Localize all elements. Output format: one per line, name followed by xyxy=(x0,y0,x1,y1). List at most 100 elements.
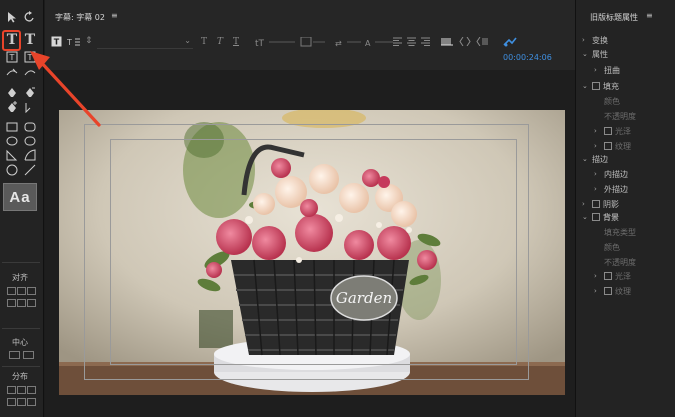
divider xyxy=(2,262,40,263)
property-row[interactable]: 填充类型 xyxy=(594,226,636,238)
style-swatch[interactable]: Aa xyxy=(3,183,37,211)
tab-stops-icon[interactable]: T xyxy=(66,37,81,50)
svg-text:T: T xyxy=(54,38,60,47)
panel-title: 旧版标题属性 xyxy=(590,13,638,22)
align-right-text-icon[interactable] xyxy=(421,37,430,49)
ellipse-tool-icon[interactable] xyxy=(5,163,19,177)
title-safe-margin xyxy=(110,139,517,365)
property-row[interactable]: ⌄ 属性 xyxy=(582,48,608,60)
font-size-icon[interactable]: tT xyxy=(255,36,325,50)
property-checkbox[interactable] xyxy=(592,200,600,208)
chevron-down-icon[interactable]: ⌄ xyxy=(582,155,592,163)
divider xyxy=(2,366,40,367)
bold-icon[interactable]: T xyxy=(201,37,207,47)
arc-tool-icon[interactable] xyxy=(23,148,37,162)
convert-anchor-tool-icon[interactable] xyxy=(23,100,37,114)
property-checkbox[interactable] xyxy=(592,213,600,221)
align-bottom-button[interactable] xyxy=(27,299,36,307)
property-checkbox[interactable] xyxy=(604,287,612,295)
chevron-down-icon[interactable]: ⌄ xyxy=(582,50,592,58)
center-horizontal-button[interactable] xyxy=(9,351,20,359)
background-timecode[interactable]: 00:00:24:06 xyxy=(503,53,552,62)
chevron-right-icon[interactable]: › xyxy=(594,170,604,178)
property-row[interactable]: ⌄ 描边 xyxy=(582,153,608,165)
chevron-right-icon[interactable]: › xyxy=(594,142,604,150)
pen-tool-icon[interactable] xyxy=(5,86,19,100)
roll-crawl-options-icon[interactable]: T xyxy=(51,36,62,50)
delete-anchor-tool-icon[interactable] xyxy=(23,86,37,100)
rectangle-tool-icon[interactable] xyxy=(5,120,19,134)
underline-icon[interactable]: T xyxy=(233,37,239,47)
add-anchor-tool-icon[interactable] xyxy=(5,100,19,114)
path-type-tool-icon[interactable] xyxy=(5,65,19,79)
property-row[interactable]: ⌄ 背景 xyxy=(582,211,619,223)
property-row[interactable]: › 外描边 xyxy=(594,183,628,195)
panel-menu-icon[interactable]: ≡ xyxy=(111,11,118,20)
property-row[interactable]: › 阴影 xyxy=(582,198,619,210)
align-hcenter-button[interactable] xyxy=(17,287,26,295)
align-right-button[interactable] xyxy=(27,287,36,295)
svg-text:A: A xyxy=(365,39,371,47)
vertical-type-tool-icon[interactable]: T xyxy=(23,32,37,48)
italic-icon[interactable]: T xyxy=(217,37,223,47)
tab-center-icon[interactable] xyxy=(459,36,471,49)
tab-left-icon[interactable] xyxy=(441,37,453,49)
distribute-hcenter-button[interactable] xyxy=(17,386,26,394)
property-checkbox[interactable] xyxy=(604,272,612,280)
area-type-tool-icon[interactable]: T xyxy=(5,50,19,64)
wedge-tool-icon[interactable] xyxy=(5,148,19,162)
property-row[interactable]: 颜色 xyxy=(594,95,620,107)
property-row[interactable]: › 纹理 xyxy=(594,285,631,297)
title-tab[interactable]: 字幕: 字幕 02 xyxy=(55,12,105,23)
vertical-area-type-tool-icon[interactable]: T xyxy=(23,50,37,64)
align-center-text-icon[interactable] xyxy=(407,37,416,49)
distribute-vcenter-button[interactable] xyxy=(17,398,26,406)
property-row[interactable]: ⌄ 填充 xyxy=(582,80,619,92)
property-row[interactable]: 不透明度 xyxy=(594,256,636,268)
property-row[interactable]: › 纹理 xyxy=(594,140,631,152)
rounded-corner-tool-icon[interactable] xyxy=(23,134,37,148)
distribute-top-button[interactable] xyxy=(7,398,16,406)
clipped-rectangle-tool-icon[interactable] xyxy=(5,134,19,148)
chevron-down-icon[interactable]: ⌄ xyxy=(582,82,592,90)
kerning-icon[interactable]: ⇄ A xyxy=(335,37,395,50)
distribute-bottom-button[interactable] xyxy=(27,398,36,406)
property-checkbox[interactable] xyxy=(604,142,612,150)
property-row[interactable]: › 变换 xyxy=(582,34,608,46)
distribute-left-button[interactable] xyxy=(7,386,16,394)
rounded-rectangle-tool-icon[interactable] xyxy=(23,120,37,134)
property-row[interactable]: 不透明度 xyxy=(594,110,636,122)
chevron-down-icon[interactable]: ⌄ xyxy=(582,213,592,221)
center-vertical-button[interactable] xyxy=(23,351,34,359)
font-family-select[interactable]: ⌄ xyxy=(97,36,193,49)
property-row[interactable]: › 扭曲 xyxy=(594,64,620,76)
show-background-video-icon[interactable] xyxy=(503,37,517,47)
chevron-right-icon[interactable]: › xyxy=(594,66,604,74)
align-left-text-icon[interactable] xyxy=(393,37,402,49)
property-row[interactable]: 颜色 xyxy=(594,241,620,253)
rotation-tool-icon[interactable] xyxy=(23,10,37,24)
selection-tool-icon[interactable] xyxy=(5,10,19,24)
vertical-path-type-tool-icon[interactable] xyxy=(23,65,37,79)
align-top-button[interactable] xyxy=(7,299,16,307)
property-checkbox[interactable] xyxy=(604,127,612,135)
chevron-right-icon[interactable]: › xyxy=(594,185,604,193)
chevron-right-icon[interactable]: › xyxy=(594,127,604,135)
tab-right-icon[interactable] xyxy=(476,36,488,49)
tools-panel: T T T T Aa 对齐 中心 分布 xyxy=(0,0,44,417)
type-tool-highlight xyxy=(2,30,21,51)
align-vcenter-button[interactable] xyxy=(17,299,26,307)
chevron-right-icon[interactable]: › xyxy=(594,272,604,280)
chevron-right-icon[interactable]: › xyxy=(582,200,592,208)
property-row[interactable]: › 光泽 xyxy=(594,270,631,282)
align-left-button[interactable] xyxy=(7,287,16,295)
distribute-right-button[interactable] xyxy=(27,386,36,394)
line-tool-icon[interactable] xyxy=(23,163,37,177)
chevron-right-icon[interactable]: › xyxy=(594,287,604,295)
property-row[interactable]: › 内描边 xyxy=(594,168,628,180)
property-checkbox[interactable] xyxy=(592,82,600,90)
property-row[interactable]: › 光泽 xyxy=(594,125,631,137)
size-dropdown-icon[interactable]: ⇕ xyxy=(85,36,93,46)
chevron-right-icon[interactable]: › xyxy=(582,36,592,44)
panel-menu-icon[interactable]: ≡ xyxy=(646,11,653,20)
